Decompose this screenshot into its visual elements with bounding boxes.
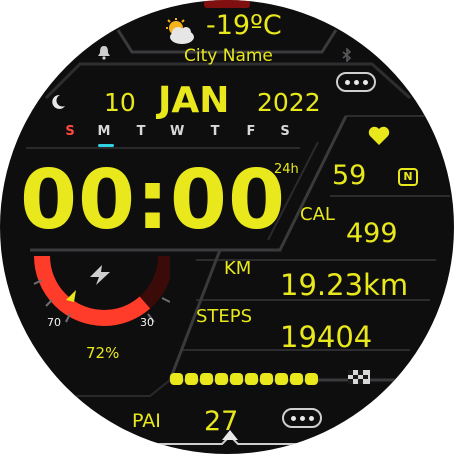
weekday-3: W <box>170 124 185 139</box>
steps-progress-bar <box>170 370 320 389</box>
steps-progress-segment <box>185 373 198 385</box>
calories-value: 499 <box>346 218 398 249</box>
weekday-0: S <box>65 124 75 139</box>
steps-progress-segment <box>290 373 303 385</box>
weekday-1: M <box>97 124 111 139</box>
weekday-5: F <box>246 124 256 139</box>
steps-progress-segment <box>230 373 243 385</box>
heart-icon <box>368 126 390 145</box>
city-name: City Name <box>184 46 273 66</box>
date-year: 2022 <box>257 88 321 117</box>
weekday-2: T <box>136 124 146 139</box>
steps-progress-segment <box>215 373 228 385</box>
battery-percent: 72% <box>86 344 120 362</box>
weekday-6: S <box>280 124 290 139</box>
battery-scale-low: 70 <box>47 316 61 329</box>
steps-progress-segment <box>170 373 183 385</box>
battery-bolt-icon <box>90 265 110 285</box>
bell-icon <box>98 46 110 60</box>
heart-rate-badge: N <box>398 168 418 186</box>
steps-value: 19404 <box>280 320 373 354</box>
distance-value: 19.23km <box>280 268 409 302</box>
steps-progress-segment <box>305 373 318 385</box>
heart-rate-value: 59 <box>332 160 367 191</box>
steps-progress-segment <box>275 373 288 385</box>
moon-icon <box>52 94 65 109</box>
steps-progress-segment <box>245 373 258 385</box>
triangle-up-icon <box>222 430 238 440</box>
weekday-selector <box>98 144 114 147</box>
pai-label: PAI <box>132 410 161 432</box>
date-day: 10 <box>104 88 136 117</box>
steps-label: STEPS <box>196 306 253 327</box>
sun-behind-cloud-icon <box>166 18 194 44</box>
temperature: -19ºC <box>206 10 282 41</box>
bluetooth-icon <box>342 48 352 62</box>
steps-progress-segment <box>200 373 213 385</box>
steps-progress-segment <box>260 373 273 385</box>
bottom-options-button[interactable] <box>282 408 322 428</box>
weekday-4: T <box>210 124 220 139</box>
battery-scale-high: 30 <box>140 316 154 329</box>
date-month: JAN <box>158 80 230 121</box>
calories-label: CAL <box>300 204 335 225</box>
watch-face: -19ºC City Name 10 JAN 2022 S M T W T F S 00:0… <box>0 0 454 454</box>
top-options-button[interactable] <box>336 72 376 92</box>
distance-label: KM <box>224 258 252 279</box>
time-format: 24h <box>274 162 299 177</box>
checkered-flag-icon <box>348 370 370 384</box>
time-display: 00:00 <box>20 153 287 248</box>
